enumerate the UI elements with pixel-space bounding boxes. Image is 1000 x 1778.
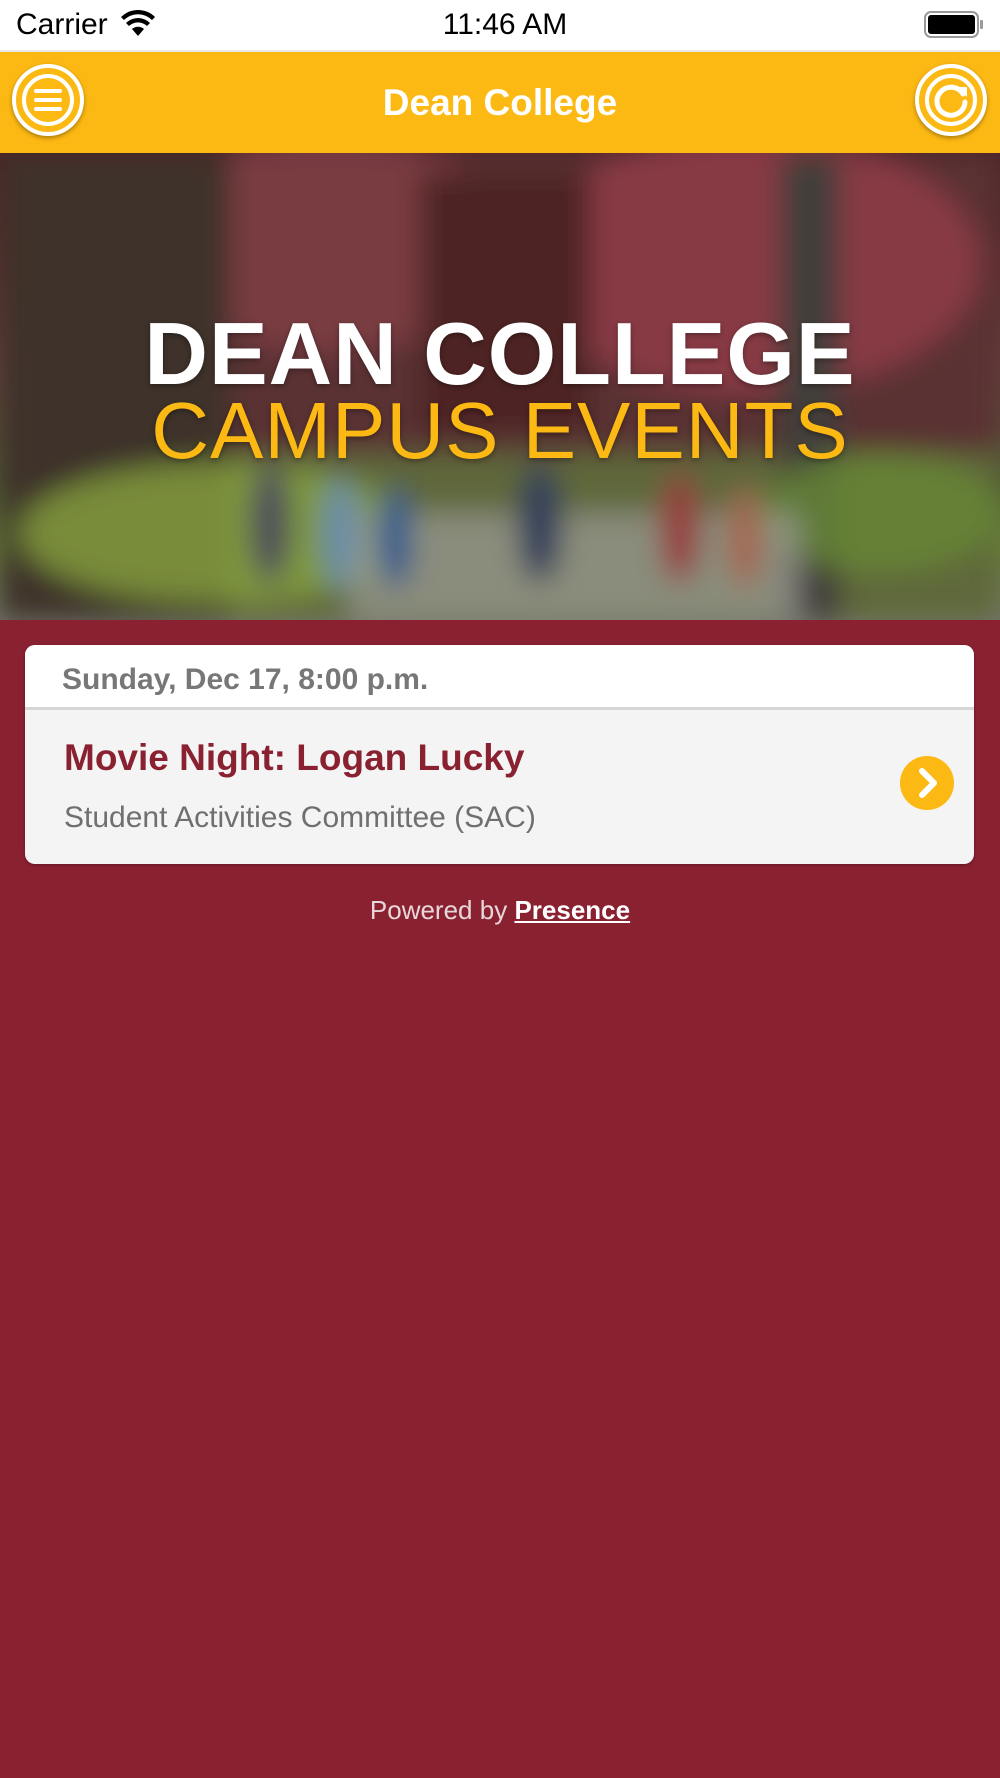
event-date: Sunday, Dec 17, 8:00 p.m. [62, 663, 429, 696]
banner-subtitle: CAMPUS EVENTS [151, 386, 849, 475]
status-bar: Carrier 11:46 AM [0, 0, 1000, 50]
battery-icon [924, 11, 983, 38]
event-organizer: Student Activities Committee (SAC) [64, 801, 536, 834]
refresh-button[interactable] [915, 64, 987, 136]
hero-banner: DEAN COLLEGE CAMPUS EVENTS [0, 153, 1000, 620]
powered-by-label: Powered by [369, 895, 508, 925]
refresh-icon [925, 74, 977, 126]
page-title: Dean College [382, 82, 618, 123]
event-title: Movie Night: Logan Lucky [64, 737, 525, 778]
chevron-right-icon [919, 768, 937, 798]
event-card: Sunday, Dec 17, 8:00 p.m. Movie Night: L… [25, 645, 974, 864]
event-date-header: Sunday, Dec 17, 8:00 p.m. [25, 645, 974, 710]
event-detail-button[interactable] [900, 756, 954, 810]
presence-link[interactable]: Presence [514, 895, 630, 925]
powered-by: Powered by Presence [0, 895, 1000, 926]
event-list-item[interactable]: Movie Night: Logan Lucky Student Activit… [25, 713, 974, 864]
status-time: 11:46 AM [442, 8, 568, 41]
app-header: Dean College [0, 50, 1000, 153]
